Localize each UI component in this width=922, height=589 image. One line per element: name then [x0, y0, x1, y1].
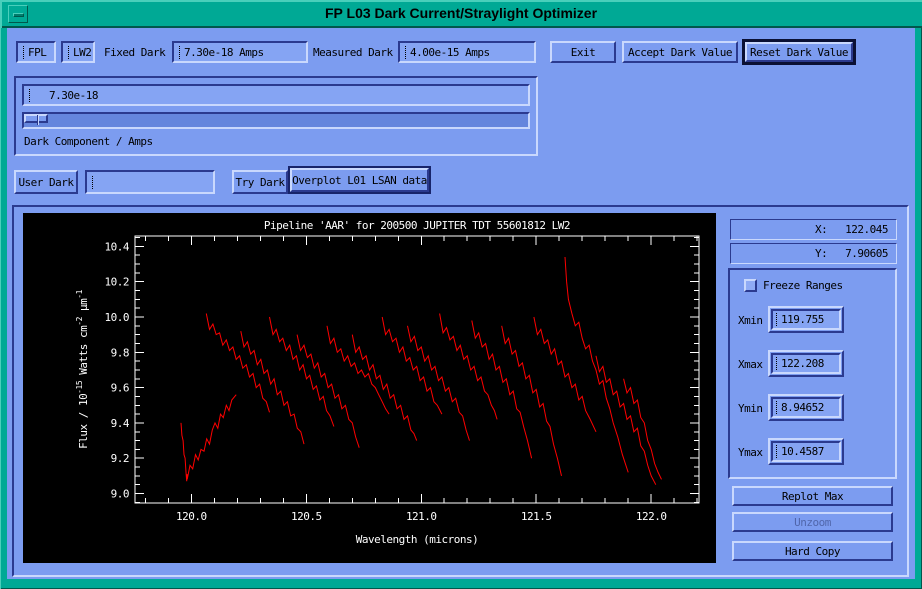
dark-component-field[interactable]: 7.30e-18 [22, 84, 530, 106]
measured-dark-label: Measured Dark [313, 46, 393, 59]
svg-text:120.0: 120.0 [176, 510, 207, 523]
fpl-field[interactable]: FPL [16, 41, 56, 63]
measured-dark-value: 4.00e-15 Amps [410, 45, 490, 59]
svg-text:Pipeline 'AAR' for 200500 JUPI: Pipeline 'AAR' for 200500 JUPITER TDT 55… [264, 219, 570, 232]
fixed-dark-value: 7.30e-18 Amps [184, 45, 264, 59]
xmin-field[interactable]: 119.755 [768, 306, 844, 333]
xmin-value: 119.755 [781, 313, 824, 326]
slider-thumb-groove [37, 115, 39, 125]
hard-copy-button[interactable]: Hard Copy [732, 541, 893, 561]
svg-text:10.4: 10.4 [105, 240, 130, 253]
text-caret [776, 313, 778, 326]
ymax-value: 10.4587 [781, 445, 824, 458]
cursor-y-label: Y: [815, 247, 828, 260]
freeze-ranges-checkbox[interactable] [744, 279, 757, 292]
cursor-y-value: 7.90605 [845, 247, 888, 260]
user-dark-button[interactable]: User Dark [14, 170, 78, 194]
dark-component-slider[interactable] [22, 112, 530, 129]
replot-max-button[interactable]: Replot Max [732, 486, 893, 506]
text-caret [405, 45, 407, 59]
user-dark-field[interactable] [85, 170, 215, 194]
cursor-y-readout: Y: 7.90605 [730, 243, 897, 264]
text-caret [776, 401, 778, 414]
xmin-label: Xmin [738, 314, 763, 327]
text-caret [92, 175, 94, 189]
fixed-dark-field[interactable]: 7.30e-18 Amps [172, 41, 308, 63]
try-dark-button[interactable]: Try Dark [232, 170, 288, 194]
svg-text:122.0: 122.0 [636, 510, 667, 523]
text-caret [179, 45, 181, 59]
fixed-dark-label: Fixed Dark [104, 46, 166, 59]
svg-text:9.4: 9.4 [111, 417, 130, 430]
svg-text:9.6: 9.6 [111, 382, 129, 395]
window-title: FP L03 Dark Current/Straylight Optimizer [324, 5, 598, 21]
overplot-lsan-button[interactable]: Overplot L01 LSAN data [290, 168, 429, 192]
xmax-label: Xmax [738, 358, 763, 371]
svg-text:9.2: 9.2 [111, 452, 129, 465]
dark-component-label: Dark Component / Amps [24, 135, 153, 148]
dark-component-value: 7.30e-18 [49, 88, 98, 102]
ymin-field[interactable]: 8.94652 [768, 394, 844, 421]
cursor-x-readout: X: 122.045 [730, 219, 897, 240]
reset-dark-value-button[interactable]: Reset Dark Value [745, 42, 853, 62]
svg-text:121.5: 121.5 [521, 510, 552, 523]
lw2-field[interactable]: LW2 [61, 41, 95, 63]
exit-button[interactable]: Exit [550, 41, 616, 63]
plot-canvas[interactable]: 120.0 120.5 121.0 121.5 122.0 9.0 9.2 9.4 9.6 9.8… [23, 213, 716, 563]
unzoom-button[interactable]: Unzoom [732, 512, 893, 532]
lw2-value: LW2 [73, 45, 92, 59]
measured-dark-field[interactable]: 4.00e-15 Amps [398, 41, 536, 63]
accept-dark-value-button[interactable]: Accept Dark Value [622, 41, 738, 63]
freeze-ranges-label: Freeze Ranges [763, 279, 843, 292]
freeze-ranges-row: Freeze Ranges [744, 279, 843, 292]
ymax-field[interactable]: 10.4587 [768, 438, 844, 465]
xmax-value: 122.208 [781, 357, 824, 370]
svg-text:Wavelength (microns): Wavelength (microns) [356, 533, 478, 546]
svg-text:121.0: 121.0 [406, 510, 437, 523]
svg-text:10.0: 10.0 [105, 311, 130, 324]
svg-text:9.8: 9.8 [111, 346, 129, 359]
cursor-x-label: X: [815, 223, 828, 236]
text-caret [68, 45, 70, 59]
svg-text:Flux / 10-15 Watts cm-2 μm-1: Flux / 10-15 Watts cm-2 μm-1 [75, 289, 90, 449]
text-caret [23, 45, 25, 59]
spectrum-plot: 120.0 120.5 121.0 121.5 122.0 9.0 9.2 9.4 9.6 9.8… [75, 219, 700, 546]
titlebar[interactable]: FP L03 Dark Current/Straylight Optimizer [0, 0, 922, 28]
text-caret [776, 357, 778, 370]
svg-text:120.5: 120.5 [291, 510, 322, 523]
fpl-value: FPL [28, 45, 47, 59]
ymin-label: Ymin [738, 402, 763, 415]
ymax-label: Ymax [738, 446, 763, 459]
cursor-x-value: 122.045 [845, 223, 888, 236]
ymin-value: 8.94652 [781, 401, 824, 414]
svg-text:10.2: 10.2 [105, 276, 130, 289]
xmax-field[interactable]: 122.208 [768, 350, 844, 377]
text-caret [776, 445, 778, 458]
svg-text:9.0: 9.0 [111, 488, 129, 501]
app-window: FP L03 Dark Current/Straylight Optimizer… [0, 0, 922, 589]
text-caret [29, 88, 31, 102]
slider-thumb[interactable] [24, 114, 48, 125]
